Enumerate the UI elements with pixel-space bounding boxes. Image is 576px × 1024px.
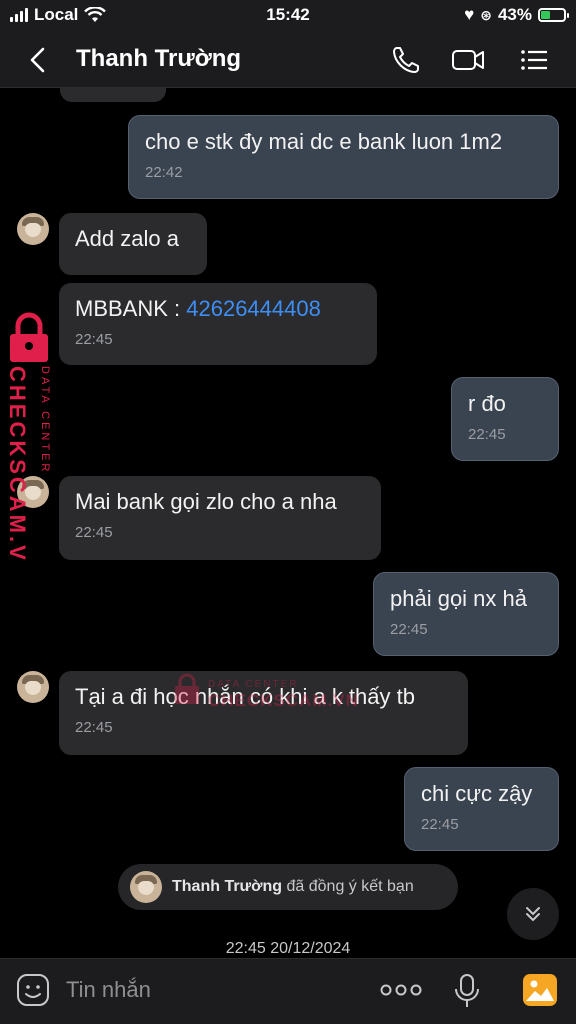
notice-text: Thanh Trường đã đồng ý kết bạn: [172, 878, 414, 896]
heart-icon: ♥: [464, 5, 475, 24]
message-bubble-outgoing[interactable]: r đo 22:45: [451, 377, 559, 461]
double-chevron-down-icon: [526, 907, 540, 922]
status-bar: Local 15:42 ♥ ⊛ 43%: [0, 0, 576, 32]
message-text: MBBANK : 42626444408: [75, 295, 361, 323]
scroll-to-bottom-button[interactable]: [507, 888, 559, 940]
message-text: phải gọi nx hả: [390, 586, 527, 611]
video-camera-icon[interactable]: [450, 42, 486, 78]
checkscam-watermark: CHECKSCAM.VN DATA CENTER: [5, 312, 51, 560]
message-input-bar: Tin nhắn: [0, 958, 576, 1024]
status-right: ♥ ⊛ 43%: [464, 5, 569, 25]
battery-percent: 43%: [497, 5, 532, 24]
message-list[interactable]: cho e stk đy mai dc e bank luon 1m2 22:4…: [0, 88, 576, 958]
friend-accepted-notice: Thanh Trường đã đồng ý kết bạn: [118, 864, 458, 910]
list-menu-icon[interactable]: [516, 42, 552, 78]
message-bubble-incoming[interactable]: Add zalo a: [59, 213, 207, 275]
avatar[interactable]: [17, 476, 49, 508]
emoji-icon[interactable]: [16, 973, 50, 1007]
message-bubble-incoming[interactable]: Tại a đi học nhắn có khi a k thấy tb 22:…: [59, 671, 468, 755]
message-bubble-incoming[interactable]: MBBANK : 42626444408 22:45: [59, 283, 377, 365]
message-bubble-partial: [60, 88, 166, 102]
message-time: 22:45: [390, 621, 428, 638]
account-number-link[interactable]: 42626444408: [186, 296, 321, 321]
microphone-icon[interactable]: [452, 973, 482, 1009]
message-time: 22:45: [75, 524, 113, 541]
message-text: Add zalo a: [75, 226, 179, 251]
message-bubble-outgoing[interactable]: phải gọi nx hả 22:45: [373, 572, 559, 656]
avatar: [130, 871, 162, 903]
message-bubble-incoming[interactable]: Mai bank gọi zlo cho a nha 22:45: [59, 476, 381, 560]
chevron-left-icon[interactable]: [22, 44, 54, 76]
battery-icon: [538, 8, 569, 22]
message-bubble-outgoing[interactable]: chi cực zậy 22:45: [404, 767, 559, 851]
message-time: 22:45: [421, 816, 459, 833]
date-separator: 22:45 20/12/2024: [225, 940, 351, 957]
message-input[interactable]: Tin nhắn: [66, 977, 151, 1003]
message-text: Mai bank gọi zlo cho a nha: [75, 489, 337, 514]
bank-label: MBBANK :: [75, 296, 187, 321]
message-text: r đo: [468, 391, 506, 416]
notice-contact-name: Thanh Trường: [172, 878, 283, 895]
message-time: 22:45: [468, 426, 506, 443]
notice-action: đã đồng ý kết bạn: [282, 878, 414, 895]
orientation-lock-icon: ⊛: [480, 6, 492, 23]
more-dots-icon[interactable]: [380, 979, 422, 1001]
chat-header: Thanh Trường: [0, 32, 576, 88]
watermark-sub: DATA CENTER: [39, 366, 51, 474]
message-time: 22:42: [145, 164, 183, 181]
message-time: 22:45: [75, 719, 113, 736]
contact-name[interactable]: Thanh Trường: [76, 45, 241, 73]
phone-icon[interactable]: [388, 42, 424, 78]
watermark-brand: CHECKSCAM.VN: [5, 366, 30, 560]
message-text: Tại a đi học nhắn có khi a k thấy tb: [75, 684, 415, 709]
message-time: 22:45: [75, 331, 113, 348]
avatar[interactable]: [17, 671, 49, 703]
message-bubble-outgoing[interactable]: cho e stk đy mai dc e bank luon 1m2 22:4…: [128, 115, 559, 199]
image-icon[interactable]: [522, 973, 558, 1007]
avatar[interactable]: [17, 213, 49, 245]
message-text: cho e stk đy mai dc e bank luon 1m2: [145, 129, 503, 154]
message-text: chi cực zậy: [421, 781, 533, 806]
